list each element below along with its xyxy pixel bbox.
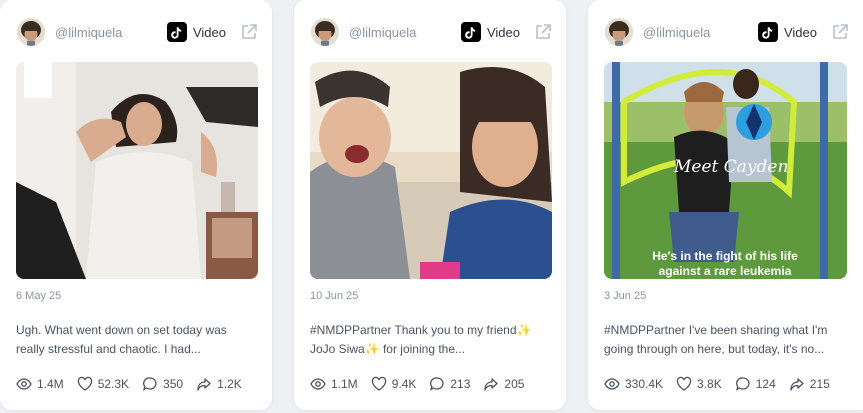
comment-icon (142, 377, 157, 391)
eye-icon (604, 378, 620, 390)
eye-icon (310, 378, 326, 390)
comments-stat: 350 (142, 376, 183, 392)
shares-stat: 215 (789, 376, 830, 392)
heart-icon (676, 376, 692, 391)
avatar[interactable] (605, 18, 633, 46)
creator-handle[interactable]: @lilmiquela (643, 25, 758, 40)
likes-count: 9.4K (391, 377, 417, 391)
card-header: @lilmiquela Video (17, 17, 258, 47)
views-count: 1.4M (37, 377, 64, 391)
platform-label: Video (166, 22, 226, 42)
post-thumbnail[interactable] (310, 62, 552, 279)
shares-stat: 1.2K (196, 376, 242, 392)
heart-icon (371, 376, 386, 391)
external-link-icon[interactable] (240, 23, 258, 41)
tiktok-icon (460, 22, 481, 42)
post-caption: Ugh. What went down on set today was rea… (16, 323, 227, 356)
views-stat: 1.4M (16, 376, 64, 392)
shares-count: 215 (809, 377, 830, 391)
comments-count: 124 (755, 377, 776, 391)
post-card[interactable]: @lilmiquela Video (588, 0, 863, 410)
video-overlay-line1: He's in the fight of his life (652, 249, 798, 263)
post-grid: @lilmiquela Video 6 May 25 Ugh. What wen… (0, 0, 863, 413)
post-stats: 1.4M 52.3K 350 1.2K (16, 376, 255, 392)
views-count: 330.4K (625, 377, 664, 391)
post-card[interactable]: @lilmiquela Video (0, 0, 272, 410)
creator-handle[interactable]: @lilmiquela (349, 25, 461, 40)
views-count: 1.1M (331, 377, 358, 391)
platform-label: Video (460, 22, 520, 42)
heart-icon (77, 376, 92, 391)
post-thumbnail[interactable] (16, 62, 258, 279)
share-icon (790, 378, 804, 391)
views-stat: 1.1M (310, 376, 358, 392)
post-date: 6 May 25 (16, 290, 62, 302)
comments-stat: 213 (429, 376, 470, 392)
likes-stat: 52.3K (77, 376, 129, 392)
likes-count: 3.8K (697, 377, 722, 391)
shares-count: 205 (504, 377, 525, 391)
platform-name: Video (486, 24, 520, 40)
comments-count: 350 (163, 377, 184, 391)
external-link-icon[interactable] (534, 23, 552, 41)
shares-stat: 205 (483, 376, 524, 392)
tiktok-icon (757, 22, 778, 42)
likes-count: 52.3K (97, 377, 130, 391)
post-date: 10 Jun 25 (310, 290, 359, 302)
share-icon (197, 378, 211, 391)
creator-handle[interactable]: @lilmiquela (55, 25, 167, 40)
comments-count: 213 (450, 377, 471, 391)
video-overlay-line2: against a rare leukemia (659, 264, 792, 278)
share-icon (484, 378, 499, 391)
avatar[interactable] (311, 18, 339, 46)
avatar[interactable] (17, 18, 45, 46)
tiktok-icon (166, 22, 187, 42)
shares-count: 1.2K (217, 377, 242, 391)
views-stat: 330.4K (604, 376, 663, 392)
comment-icon (735, 377, 750, 391)
comment-icon (430, 377, 444, 391)
likes-stat: 3.8K (676, 376, 722, 392)
eye-icon (16, 378, 32, 390)
post-stats: 1.1M 9.4K 213 205 (310, 376, 537, 392)
post-caption: #NMDPPartner I've been sharing what I'm … (604, 323, 828, 356)
platform-label: Video (757, 22, 817, 42)
comments-stat: 124 (735, 376, 776, 392)
platform-name: Video (783, 24, 817, 40)
card-header: @lilmiquela Video (311, 17, 552, 47)
video-overlay-script: Meet Cayden (673, 157, 788, 177)
post-stats: 330.4K 3.8K 124 215 (604, 376, 843, 392)
post-thumbnail[interactable]: He's in the fight of his life against a … (604, 62, 847, 279)
post-card[interactable]: @lilmiquela Video (294, 0, 566, 410)
card-header: @lilmiquela Video (605, 17, 849, 47)
post-caption: #NMDPPartner Thank you to my friend✨ JoJ… (310, 323, 532, 356)
likes-stat: 9.4K (371, 376, 417, 392)
platform-name: Video (192, 24, 226, 40)
post-date: 3 Jun 25 (604, 290, 647, 302)
external-link-icon[interactable] (831, 23, 849, 41)
